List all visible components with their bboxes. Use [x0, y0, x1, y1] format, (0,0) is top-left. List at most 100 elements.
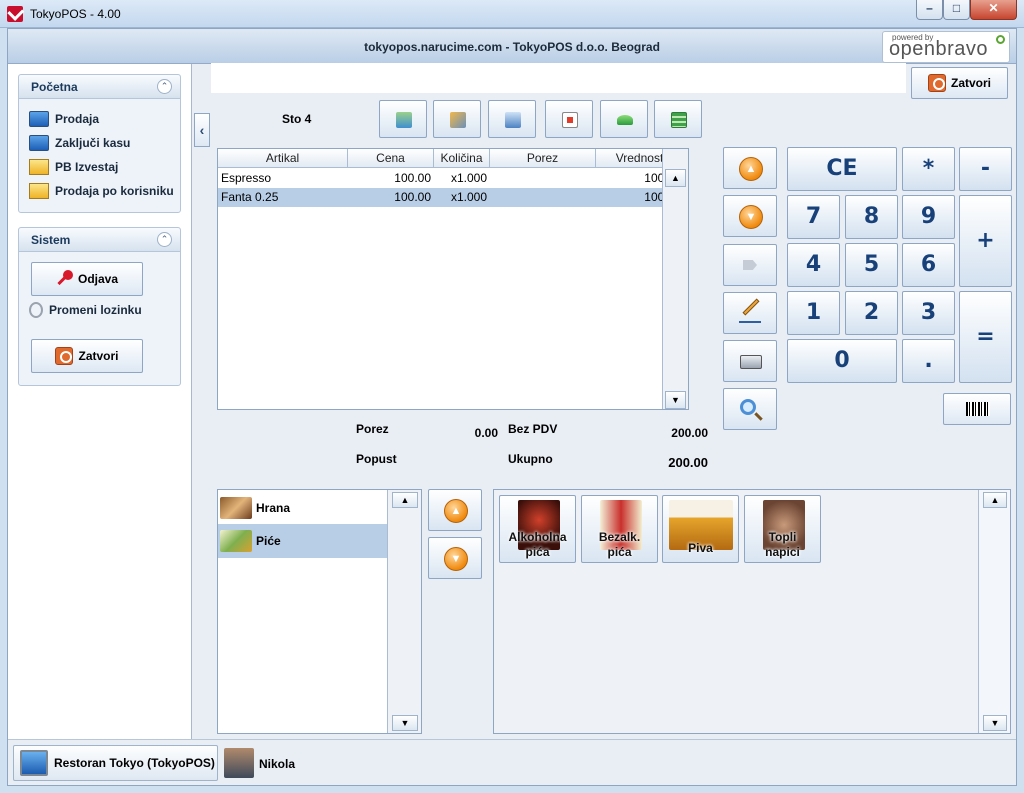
scroll-down-icon[interactable]: ▼: [665, 391, 686, 409]
ticket-row[interactable]: Fanta 0.25 100.00 x1.000 100.00: [218, 188, 684, 207]
line-down-button[interactable]: ▼: [723, 195, 777, 237]
column-header[interactable]: Artikal: [218, 149, 348, 167]
barcode-button[interactable]: [943, 393, 1011, 425]
refresh-button[interactable]: [600, 100, 648, 138]
ticket-row[interactable]: Espresso 100.00 x1.000 100.00: [218, 169, 684, 188]
cell-cena: 100.00: [394, 171, 431, 185]
delete-ticket-button[interactable]: [545, 100, 593, 138]
collapse-sidebar-button[interactable]: ‹: [194, 113, 210, 147]
group-sistem-header[interactable]: Sistem ⌃: [19, 228, 180, 252]
search-button[interactable]: [723, 388, 777, 430]
product-alkoholna-pica[interactable]: Alkoholna pića: [499, 495, 576, 563]
product-label-line1: Alkoholna: [508, 530, 567, 544]
product-label-line2: pića: [525, 545, 550, 559]
group-pocetna-header[interactable]: Početna ⌃: [19, 75, 180, 99]
category-item-hrana[interactable]: Hrana: [218, 491, 388, 525]
key-8[interactable]: 8: [845, 195, 898, 239]
logout-label: Odjava: [77, 272, 119, 286]
sidebar-item-zakljuci-kasu[interactable]: Zaključi kasu: [29, 133, 130, 153]
key-3[interactable]: 3: [902, 291, 955, 335]
collapse-icon[interactable]: ⌃: [157, 232, 172, 247]
key-4[interactable]: 4: [787, 243, 840, 287]
column-header[interactable]: Količina: [434, 149, 490, 167]
key-0[interactable]: 0: [787, 339, 897, 383]
line-up-button[interactable]: ▲: [723, 147, 777, 189]
group-sistem-title: Sistem: [31, 233, 71, 247]
sidebar-item-prodaja-po-korisniku[interactable]: Prodaja po korisniku: [29, 181, 174, 201]
report-icon: [29, 159, 49, 175]
attributes-button[interactable]: [654, 100, 702, 138]
category-down-button[interactable]: ▼: [428, 537, 482, 579]
product-topli-napici[interactable]: Topli napici: [744, 495, 821, 563]
bez-pdv-label: Bez PDV: [508, 422, 558, 436]
scroll-up-icon[interactable]: ▲: [983, 492, 1007, 508]
product-scrollbar[interactable]: ▲ ▼: [978, 490, 1010, 733]
key-multiply[interactable]: *: [902, 147, 955, 191]
close-button[interactable]: Zatvori: [911, 67, 1008, 99]
attributes-icon: [671, 112, 687, 128]
ticket-scrollbar[interactable]: ▲ ▼: [662, 149, 688, 409]
product-label-line1: Topli: [768, 530, 797, 544]
key-plus[interactable]: +: [959, 195, 1012, 287]
down-arrow-icon: ▼: [444, 547, 468, 571]
discount-button[interactable]: [723, 244, 777, 286]
power-icon: [55, 347, 74, 365]
key-1[interactable]: 1: [787, 291, 840, 335]
location-button[interactable]: Restoran Tokyo (TokyoPOS): [13, 745, 218, 781]
scroll-down-icon[interactable]: ▼: [983, 715, 1007, 731]
key-ce[interactable]: CE: [787, 147, 897, 191]
key-7[interactable]: 7: [787, 195, 840, 239]
barcode-icon: [966, 402, 990, 416]
maximize-button[interactable]: □: [943, 0, 970, 20]
ticket-header-row: Artikal Cena Količina Porez Vrednost: [218, 149, 684, 168]
close-window-button[interactable]: ✕: [970, 0, 1017, 20]
window-title: TokyoPOS - 4.00: [30, 7, 121, 21]
report-icon: [29, 183, 49, 199]
product-grid: Alkoholna pića Bezalk. pića Piva Topli napi…: [493, 489, 1011, 734]
split-button[interactable]: [433, 100, 481, 138]
porez-value: 0.00: [474, 426, 498, 440]
logout-button[interactable]: Odjava: [31, 262, 143, 296]
minimize-button[interactable]: –: [916, 0, 943, 20]
key-equals[interactable]: =: [959, 291, 1012, 383]
product-label: Piva: [665, 541, 736, 556]
scroll-down-icon[interactable]: ▼: [392, 715, 418, 731]
edit-line-button[interactable]: [723, 292, 777, 334]
customer-button[interactable]: [379, 100, 427, 138]
product-bezalk-pica[interactable]: Bezalk. pića: [581, 495, 658, 563]
column-header[interactable]: Porez: [490, 149, 596, 167]
collapse-icon[interactable]: ⌃: [157, 79, 172, 94]
change-password-link[interactable]: Promeni lozinku: [29, 300, 142, 320]
sidebar-item-prodaja[interactable]: Prodaja: [29, 109, 99, 129]
print-icon: [740, 355, 762, 369]
sidebar-item-label: Prodaja po korisniku: [55, 184, 174, 198]
product-label-line2: napici: [765, 545, 800, 559]
category-item-pice[interactable]: Piće: [218, 524, 388, 558]
up-arrow-icon: ▲: [444, 499, 468, 523]
scroll-up-icon[interactable]: ▲: [392, 492, 418, 508]
product-label-line2: pića: [607, 545, 632, 559]
category-scrollbar[interactable]: ▲ ▼: [387, 490, 421, 733]
key-minus[interactable]: -: [959, 147, 1012, 191]
left-navigation-panel: Početna ⌃ Prodaja Zaključi kasu PB Izves…: [8, 64, 192, 739]
category-up-button[interactable]: ▲: [428, 489, 482, 531]
location-label: Restoran Tokyo (TokyoPOS): [54, 756, 215, 770]
maximize-icon: □: [952, 1, 961, 15]
scroll-up-icon[interactable]: ▲: [665, 169, 686, 187]
print-button[interactable]: [723, 340, 777, 382]
key-9[interactable]: 9: [902, 195, 955, 239]
customer-icon: [396, 112, 412, 128]
product-piva[interactable]: Piva: [662, 495, 739, 563]
discount-icon: [743, 260, 757, 270]
openbravo-logo: powered by openbravo: [882, 31, 1010, 63]
key-6[interactable]: 6: [902, 243, 955, 287]
key-5[interactable]: 5: [845, 243, 898, 287]
sidebar-item-pb-izvestaj[interactable]: PB Izvestaj: [29, 157, 118, 177]
book-button[interactable]: [488, 100, 536, 138]
sidebar-close-button[interactable]: Zatvori: [31, 339, 143, 373]
refresh-icon: [617, 115, 633, 125]
key-dot[interactable]: .: [902, 339, 955, 383]
column-header[interactable]: Cena: [348, 149, 434, 167]
key-2[interactable]: 2: [845, 291, 898, 335]
cell-cena: 100.00: [394, 190, 431, 204]
